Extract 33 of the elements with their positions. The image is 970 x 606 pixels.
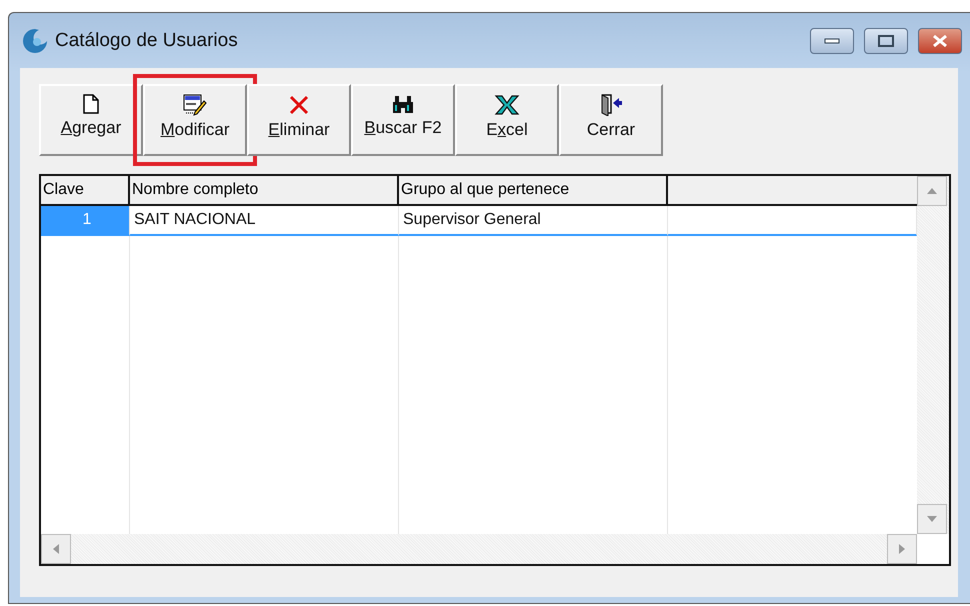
excel-icon — [494, 94, 520, 116]
toolbar-button[interactable]: Buscar F2 — [351, 84, 455, 156]
scroll-left-button[interactable] — [41, 534, 71, 564]
app-logo-icon — [21, 26, 49, 54]
left-arrow-icon — [52, 543, 60, 555]
toolbar-button[interactable]: Cerrar — [559, 84, 663, 156]
window-title: Catálogo de Usuarios — [55, 30, 239, 52]
toolbar-button[interactable]: Excel — [455, 84, 559, 156]
close-icon — [932, 34, 948, 48]
scroll-down-button[interactable] — [917, 504, 947, 534]
binoculars-icon — [391, 94, 415, 114]
minimize-icon — [824, 38, 840, 44]
table-cell: 1 — [41, 206, 130, 236]
column-header[interactable]: Clave — [41, 176, 130, 206]
door-icon — [599, 94, 623, 116]
right-arrow-icon — [898, 543, 906, 555]
down-arrow-icon — [926, 515, 938, 523]
close-button[interactable] — [918, 28, 962, 54]
table-cell: Supervisor General — [399, 206, 668, 236]
scroll-up-button[interactable] — [917, 176, 947, 206]
maximize-button[interactable] — [864, 28, 908, 54]
x-icon — [288, 94, 310, 116]
table-cell: SAIT NACIONAL — [130, 206, 399, 236]
toolbar-button[interactable]: Agregar — [39, 84, 143, 156]
maximize-icon — [878, 34, 894, 46]
toolbar-button[interactable]: Eliminar — [247, 84, 351, 156]
scroll-right-button[interactable] — [887, 534, 917, 564]
form-pencil-icon — [183, 94, 207, 116]
page-icon — [83, 94, 99, 114]
column-header[interactable]: Nombre completo — [130, 176, 399, 206]
column-header[interactable]: Grupo al que pertenece — [399, 176, 668, 206]
up-arrow-icon — [926, 187, 938, 195]
minimize-button[interactable] — [810, 28, 854, 54]
